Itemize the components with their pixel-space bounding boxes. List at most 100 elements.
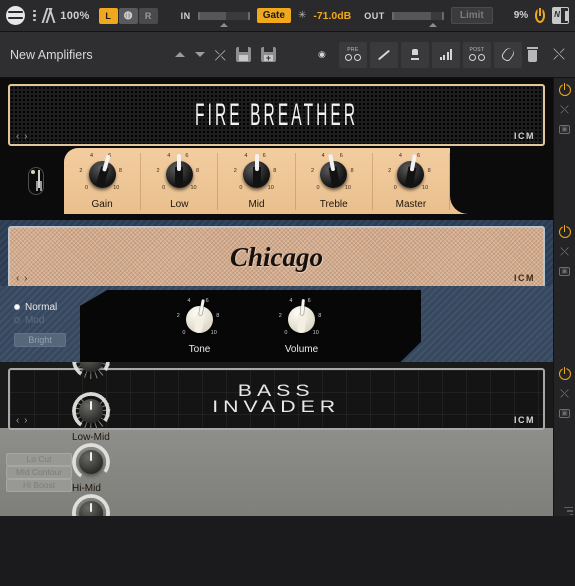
channel-switches: Normal Mod Bright: [8, 292, 84, 356]
knob-volume[interactable]: 0 2 4 6 8 10 Volume: [275, 298, 329, 355]
knob-label: Hi-Mid: [72, 482, 101, 494]
knob-master[interactable]: 0 2 4 6 8 10 Master: [373, 152, 451, 210]
pre-pedals-icon[interactable]: PRE: [338, 41, 367, 68]
expand-icon[interactable]: ▣: [559, 125, 570, 134]
power-icon[interactable]: [558, 367, 571, 380]
input-label: IN: [180, 10, 191, 21]
knob-treble[interactable]: Treble: [72, 493, 118, 516]
amp-badge: ICM: [514, 415, 535, 425]
signal-chain-selector: ◉ PRE POST: [308, 41, 522, 68]
power-icon[interactable]: [558, 83, 571, 96]
levels-icon[interactable]: [41, 8, 56, 23]
radio-normal[interactable]: Normal: [14, 302, 84, 313]
amp-preset-nav[interactable]: ‹ ›: [16, 273, 28, 284]
channel-link-icon[interactable]: ◍: [118, 7, 138, 24]
mic-icon[interactable]: [400, 41, 429, 68]
save-icon[interactable]: [235, 47, 251, 62]
amp-badge: ICM: [514, 131, 535, 141]
knob-mid[interactable]: 0 2 4 6 8 10 Mid: [218, 152, 296, 210]
cpu-usage: 9%: [513, 10, 529, 21]
module-side-controls: ⤬ ▣: [553, 220, 575, 362]
bright-button[interactable]: Bright: [14, 332, 66, 347]
module-side-controls: ⤬ ▣: [553, 78, 575, 220]
amp-header-chicago: Chicago ‹ › ICM: [0, 220, 553, 288]
amp-faceplate: 0246810 Gain 0246810 Low 0246810 Mid 024…: [64, 148, 546, 214]
power-icon[interactable]: [558, 225, 571, 238]
amp-grille: FIRE BREATHER ‹ › ICM: [8, 84, 545, 146]
shuffle-icon[interactable]: ⤫: [215, 48, 226, 62]
amp-module-bass-invader: BASS INVADER ‹ › ICM Lo Cut Mid Contour …: [0, 362, 575, 516]
lo-cut-button[interactable]: Lo Cut: [6, 452, 72, 466]
eq-icon[interactable]: [431, 41, 460, 68]
zoom-level[interactable]: 100%: [60, 10, 89, 22]
gear-icon[interactable]: ✳: [298, 10, 306, 21]
amp-header-fire-breather: FIRE BREATHER ‹ › ICM: [0, 78, 553, 146]
input-gain-slider[interactable]: [197, 11, 250, 27]
amp-controls-chicago: Normal Mod Bright 0 2 4 6 8 10 Tone 0 2 4 6 8 10: [0, 286, 553, 362]
clip-icon[interactable]: [493, 41, 522, 68]
radio-dot-icon: [14, 317, 20, 323]
hi-boost-button[interactable]: Hi Boost: [6, 478, 72, 492]
knob-label: Gain: [91, 198, 113, 210]
post-pedals-icon[interactable]: POST: [462, 41, 491, 68]
knob-tone[interactable]: 0 2 4 6 8 10 Tone: [173, 298, 227, 355]
radio-mod[interactable]: Mod: [14, 315, 84, 326]
channel-left-button[interactable]: L: [98, 7, 118, 24]
amp-module-fire-breather: FIRE BREATHER ‹ › ICM 0246810 Gain 02468…: [0, 78, 575, 220]
amp-brand-name: Chicago: [229, 241, 323, 272]
amp-faceplate: 0 2 4 6 8 10 Tone 0 2 4 6 8 10 Volume: [80, 290, 421, 362]
knob-label: Volume: [284, 343, 319, 355]
save-as-icon[interactable]: [260, 47, 276, 62]
kebab-menu-icon[interactable]: [32, 9, 37, 22]
gate-threshold-value[interactable]: -71.0dB: [313, 10, 351, 22]
mid-contour-button[interactable]: Mid Contour: [6, 465, 72, 479]
knob-label: Mid: [248, 198, 265, 210]
expand-icon[interactable]: ▣: [559, 267, 570, 276]
knob-label: Low-Mid: [72, 431, 110, 443]
channel-selector[interactable]: L ◍ R: [98, 7, 158, 24]
faceplate-filler: [450, 148, 546, 214]
collapse-icon[interactable]: ⤬: [560, 105, 569, 116]
preset-toolbar: New Amplifiers ⤫ ◉ PRE POST ⤬: [0, 32, 575, 78]
knob-hi-mid[interactable]: Hi-Mid: [72, 442, 118, 494]
caret-down-icon[interactable]: [194, 52, 205, 57]
voicing-buttons: Lo Cut Mid Contour Hi Boost: [6, 452, 72, 492]
radio-label: Mod: [25, 314, 45, 326]
radio-label: Normal: [25, 301, 58, 313]
amp-preset-nav[interactable]: ‹ ›: [16, 131, 28, 142]
output-gain-slider[interactable]: [391, 11, 444, 27]
module-side-controls: ⤬ ▣: [553, 362, 575, 516]
collapse-icon[interactable]: ⤬: [560, 389, 569, 400]
knob-label: Master: [395, 198, 427, 210]
input-jack-icon[interactable]: [8, 148, 64, 214]
amp-controls-bass-invader: Lo Cut Mid Contour Hi Boost Volume Bass: [0, 362, 553, 516]
resize-handle[interactable]: [563, 505, 573, 516]
gate-button[interactable]: Gate: [256, 8, 291, 23]
preset-name[interactable]: New Amplifiers: [10, 48, 93, 62]
knob-treble[interactable]: 0 2 4 6 8 10 Treble: [296, 152, 373, 210]
knob-gain[interactable]: 0246810 Gain: [64, 152, 142, 210]
trash-icon[interactable]: [526, 47, 539, 62]
panel-layout-icon[interactable]: N: [552, 7, 569, 24]
knob-low[interactable]: 0 2 4 6 8 10 Low: [141, 152, 219, 210]
collapse-icon[interactable]: ⤬: [553, 47, 565, 62]
amp-controls-fire-breather: 0246810 Gain 0246810 Low 0246810 Mid 024…: [0, 144, 553, 220]
power-icon[interactable]: [535, 8, 545, 23]
amp-grille: Chicago ‹ › ICM: [8, 226, 545, 288]
amp-preset-nav[interactable]: ‹ ›: [16, 415, 28, 426]
limiter-button[interactable]: Limit: [450, 7, 493, 24]
amp-brand-name: FIRE BREATHER: [194, 96, 359, 132]
amp-icon[interactable]: ◉: [308, 42, 336, 68]
collapse-icon[interactable]: ⤬: [560, 247, 569, 258]
cable-icon[interactable]: [369, 41, 398, 68]
caret-up-icon[interactable]: [174, 52, 185, 57]
radio-dot-icon: [14, 304, 20, 310]
top-toolbar: 100% L ◍ R IN Gate ✳ -71.0dB OUT Limit 9…: [0, 0, 575, 32]
expand-icon[interactable]: ▣: [559, 409, 570, 418]
amp-module-chicago: Chicago ‹ › ICM Normal Mod Bright 024681…: [0, 220, 575, 362]
channel-right-button[interactable]: R: [138, 7, 158, 24]
knob-label: Low: [170, 198, 189, 210]
app-logo-icon[interactable]: [6, 6, 25, 25]
brand-line-2: INVADER: [212, 397, 341, 416]
amp-badge: ICM: [514, 273, 535, 283]
